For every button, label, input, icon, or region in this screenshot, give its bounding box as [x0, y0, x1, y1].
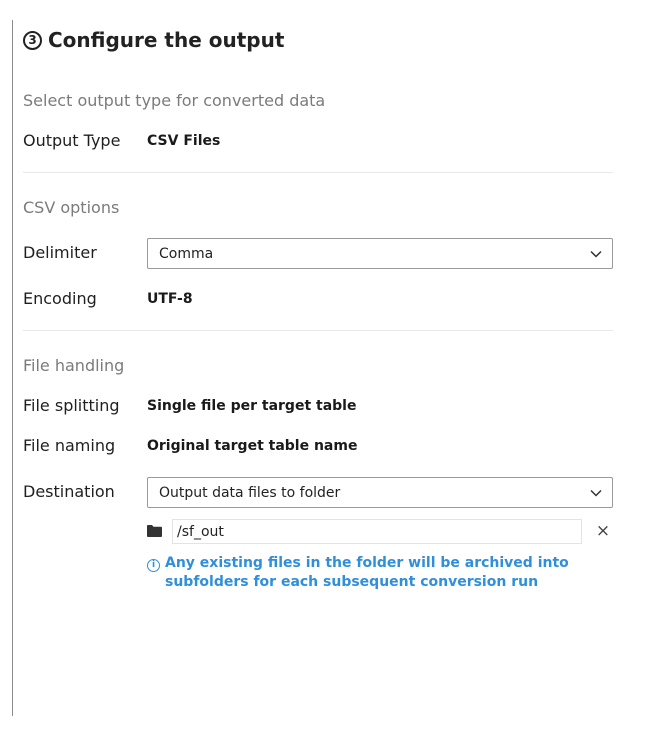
file-splitting-label: File splitting	[23, 396, 120, 415]
panel-left-border	[12, 20, 13, 716]
section-divider	[23, 330, 613, 331]
file-naming-label: File naming	[23, 436, 116, 455]
delimiter-selected-value: Comma	[159, 245, 214, 262]
destination-select[interactable]: Output data files to folder	[147, 477, 613, 508]
encoding-value: UTF-8	[147, 291, 193, 307]
output-type-value: CSV Files	[147, 133, 221, 149]
delimiter-select[interactable]: Comma	[147, 238, 613, 269]
destination-label: Destination	[23, 482, 115, 501]
destination-selected-value: Output data files to folder	[159, 484, 341, 501]
chevron-down-icon	[590, 250, 602, 258]
step-number-icon: 3	[23, 30, 42, 50]
file-handling-section-heading: File handling	[23, 356, 125, 375]
info-message-text: Any existing files in the folder will be…	[165, 555, 569, 590]
output-type-label: Output Type	[23, 131, 121, 150]
output-type-section-heading: Select output type for converted data	[23, 91, 326, 110]
encoding-label: Encoding	[23, 289, 97, 308]
folder-path-input[interactable]	[172, 519, 582, 544]
delimiter-label: Delimiter	[23, 243, 97, 262]
csv-options-section-heading: CSV options	[23, 198, 120, 217]
page-title: 3 Configure the output	[23, 28, 284, 52]
file-splitting-value: Single file per target table	[147, 398, 357, 414]
folder-path-row: ×	[147, 519, 613, 544]
folder-icon	[147, 525, 162, 537]
chevron-down-icon	[590, 489, 602, 497]
file-naming-value: Original target table name	[147, 438, 358, 454]
info-message: i Any existing files in the folder will …	[147, 554, 613, 592]
page-title-text: Configure the output	[48, 28, 285, 52]
section-divider	[23, 172, 613, 173]
close-icon[interactable]: ×	[594, 521, 612, 541]
info-icon: i	[147, 559, 160, 572]
step-number: 3	[28, 33, 37, 47]
